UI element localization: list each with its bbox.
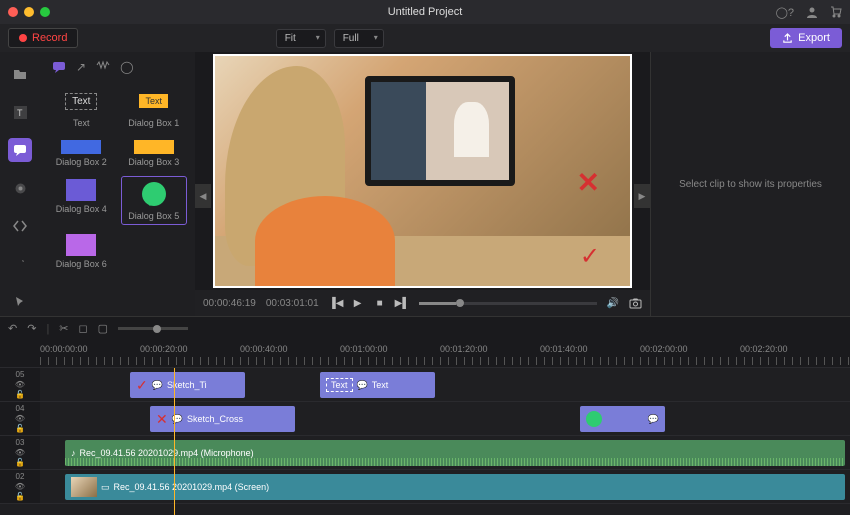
cart-icon[interactable] [830, 6, 842, 19]
rail-blur-icon[interactable] [8, 176, 32, 200]
eye-icon[interactable]: 👁 [15, 482, 25, 491]
rail-media-icon[interactable] [8, 62, 32, 86]
assets-panel: ↗ ◯ TextText TextDialog Box 1 Dialog Box… [40, 52, 195, 316]
play-button[interactable]: ▶ [351, 298, 365, 309]
clip-video-screen[interactable]: ▭Rec_09.41.56 20201029.mp4 (Screen) [65, 474, 845, 500]
rail-effects-icon[interactable] [8, 252, 32, 276]
eye-icon[interactable]: 👁 [15, 448, 25, 457]
snapshot-icon[interactable] [629, 298, 642, 309]
lock-icon[interactable]: 🔓 [15, 458, 25, 467]
asset-dialog-1[interactable]: TextDialog Box 1 [121, 84, 188, 131]
time-current: 00:00:46:19 [203, 298, 256, 309]
volume-icon[interactable]: 🔊 [607, 298, 619, 309]
project-title: Untitled Project [388, 6, 463, 18]
timeline-tracks: 05👁🔓 ✓💬Sketch_Ti Text💬Text 04👁🔓 ✕💬Sketch… [0, 368, 850, 515]
record-button[interactable]: Record [8, 28, 78, 48]
user-icon[interactable] [806, 6, 818, 19]
eye-icon[interactable]: 👁 [15, 380, 25, 389]
lock-icon[interactable]: 🔓 [15, 390, 25, 399]
eye-icon[interactable]: 👁 [15, 414, 25, 423]
svg-text:T: T [17, 108, 23, 118]
prev-button[interactable]: ▐◀ [329, 298, 343, 309]
window-controls[interactable] [8, 7, 50, 17]
seek-bar[interactable] [419, 302, 597, 305]
asset-text[interactable]: TextText [48, 84, 115, 131]
track-04: 04👁🔓 ✕💬Sketch_Cross 💬 [0, 402, 850, 436]
properties-panel: Select clip to show its properties [650, 52, 850, 316]
time-total: 00:03:01:01 [266, 298, 319, 309]
rail-dialog-icon[interactable] [8, 138, 32, 162]
clip-audio-mic[interactable]: ♪Rec_09.41.56 20201029.mp4 (Microphone) [65, 440, 845, 466]
playhead[interactable] [174, 368, 175, 515]
clip-dialog-bubble[interactable]: 💬 [580, 406, 665, 432]
tab-arrow-icon[interactable]: ↗ [76, 60, 86, 74]
asset-dialog-6[interactable]: Dialog Box 6 [48, 231, 115, 272]
lock-icon[interactable]: 🔓 [15, 492, 25, 501]
asset-dialog-5[interactable]: Dialog Box 5 [121, 176, 188, 225]
playback-controls: 00:00:46:19 00:03:01:01 ▐◀ ▶ ■ ▶▌ 🔊 [195, 290, 650, 316]
asset-dialog-3[interactable]: Dialog Box 3 [121, 137, 188, 170]
next-button[interactable]: ▶▌ [395, 298, 409, 309]
canvas[interactable]: ✕ ✓ [213, 54, 632, 288]
timeline-ruler[interactable]: 00:00:00:00 00:00:20:00 00:00:40:00 00:0… [0, 340, 850, 368]
preview-area: ◀ ▶ ✕ ✓ 00:00:46:19 00:03:01:01 ▐◀ ▶ ■ ▶… [195, 52, 650, 316]
lock-icon[interactable]: 🔓 [15, 424, 25, 433]
clip-sketch-cross[interactable]: ✕💬Sketch_Cross [150, 406, 295, 432]
asset-dialog-4[interactable]: Dialog Box 4 [48, 176, 115, 225]
timeline-toolbar: ↶ ↷ | ✂ ◻ ▢ [0, 316, 850, 340]
clip-sketch-tick[interactable]: ✓💬Sketch_Ti [130, 372, 245, 398]
track-03: 03👁🔓 ♪Rec_09.41.56 20201029.mp4 (Microph… [0, 436, 850, 470]
toolbar: Record Fit Full Export [0, 24, 850, 52]
stop-button[interactable]: ■ [373, 298, 387, 309]
preview-next-button[interactable]: ▶ [634, 184, 650, 208]
sketch-tick-overlay: ✓ [580, 242, 600, 271]
rail-cursor-icon[interactable] [8, 290, 32, 314]
asset-dialog-2[interactable]: Dialog Box 2 [48, 137, 115, 170]
fit-dropdown[interactable]: Fit [276, 29, 326, 48]
undo-button[interactable]: ↶ [8, 322, 17, 335]
track-05: 05👁🔓 ✓💬Sketch_Ti Text💬Text [0, 368, 850, 402]
tab-dialog-icon[interactable] [52, 60, 66, 74]
redo-button[interactable]: ↷ [27, 322, 36, 335]
marker-button[interactable]: ▢ [98, 322, 108, 335]
clip-text[interactable]: Text💬Text [320, 372, 435, 398]
preview-prev-button[interactable]: ◀ [195, 184, 211, 208]
titlebar: Untitled Project ◯? [0, 0, 850, 24]
snap-button[interactable]: ◻ [79, 322, 88, 335]
rail-text-icon[interactable]: T [8, 100, 32, 124]
rail-pip-icon[interactable] [8, 214, 32, 238]
sketch-cross-overlay: ✕ [577, 166, 600, 199]
cut-button[interactable]: ✂ [59, 322, 68, 335]
export-button[interactable]: Export [770, 28, 842, 48]
help-icon[interactable]: ◯? [776, 6, 794, 19]
track-02: 02👁🔓 ▭Rec_09.41.56 20201029.mp4 (Screen) [0, 470, 850, 504]
tab-wave-icon[interactable] [96, 60, 110, 74]
zoom-slider[interactable] [118, 327, 188, 330]
tab-shape-icon[interactable]: ◯ [120, 60, 133, 74]
full-dropdown[interactable]: Full [334, 29, 384, 48]
left-rail: T [0, 52, 40, 316]
